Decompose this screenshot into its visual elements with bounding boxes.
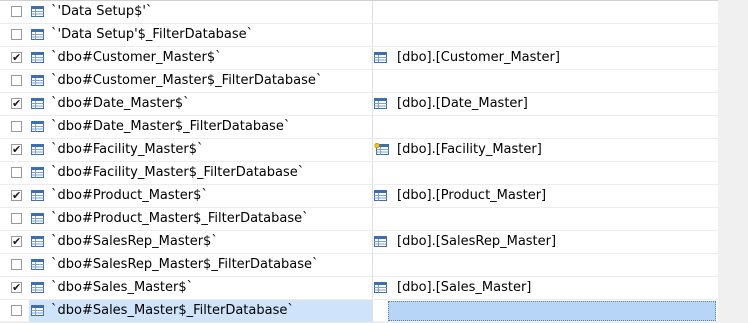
table-icon (374, 52, 387, 67)
row-checkbox[interactable] (11, 213, 22, 224)
source-table-icon (31, 98, 44, 113)
row-checkbox[interactable] (11, 167, 22, 178)
destination-table-name[interactable]: [dbo].[Customer_Master] (397, 47, 560, 69)
source-table-name: `dbo#Product_Master$` (51, 188, 208, 203)
source-table-icon (31, 259, 44, 274)
source-table-name: `dbo#Facility_Master$_FilterDatabase` (51, 165, 305, 180)
table-row[interactable]: `dbo#Customer_Master$_FilterDatabase` (0, 70, 718, 93)
table-icon (374, 190, 387, 205)
destination-table-name[interactable]: [dbo].[Date_Master] (397, 93, 528, 115)
column-divider (372, 116, 373, 138)
source-table-name: `dbo#Sales_Master$_FilterDatabase` (51, 303, 294, 318)
source-table-icon (31, 29, 44, 44)
table-row[interactable]: `dbo#SalesRep_Master$_FilterDatabase` (0, 254, 718, 277)
row-checkbox[interactable]: ✔ (11, 282, 22, 293)
source-table-name: `dbo#Date_Master$` (51, 96, 190, 111)
source-table-name: `dbo#Facility_Master$` (51, 142, 204, 157)
table-row[interactable]: ✔ `dbo#Sales_Master$` [dbo].[Sales_Maste… (0, 277, 718, 300)
table-row[interactable]: ✔ `dbo#Customer_Master$` [dbo].[Customer… (0, 47, 718, 70)
source-table-icon (31, 305, 44, 320)
column-divider (372, 277, 373, 299)
table-row[interactable]: `'Data Setup$'` (0, 1, 718, 24)
destination-table-name[interactable]: [dbo].[Sales_Master] (397, 277, 531, 299)
table-row[interactable]: ✔ `dbo#SalesRep_Master$` [dbo].[SalesRep… (0, 231, 718, 254)
table-icon (374, 282, 387, 297)
table-icon (374, 98, 387, 113)
table-row[interactable]: ✔ `dbo#Facility_Master$` [dbo].[Facility… (0, 139, 718, 162)
source-table-icon (31, 236, 44, 251)
source-table-name: `dbo#Sales_Master$` (51, 280, 194, 295)
source-table-icon (31, 121, 44, 136)
column-divider (372, 254, 373, 276)
table-row[interactable]: `dbo#Product_Master$_FilterDatabase` (0, 208, 718, 231)
source-table-name: `'Data Setup'$_FilterDatabase` (51, 27, 254, 42)
column-divider (372, 162, 373, 184)
row-checkbox[interactable] (11, 259, 22, 270)
row-checkbox[interactable]: ✔ (11, 236, 22, 247)
table-row[interactable]: `'Data Setup'$_FilterDatabase` (0, 24, 718, 47)
row-checkbox[interactable]: ✔ (11, 52, 22, 63)
row-checkbox[interactable] (11, 305, 22, 316)
row-checkbox[interactable] (11, 121, 22, 132)
row-checkbox[interactable] (11, 29, 22, 40)
column-divider (372, 300, 373, 322)
source-table-name: `dbo#Customer_Master$_FilterDatabase` (51, 73, 323, 88)
source-table-icon (31, 75, 44, 90)
source-table-icon (31, 6, 44, 21)
source-table-icon (31, 190, 44, 205)
row-checkbox[interactable] (11, 6, 22, 17)
source-table-icon (31, 144, 44, 159)
column-divider (372, 231, 373, 253)
source-table-name: `dbo#SalesRep_Master$_FilterDatabase` (51, 257, 319, 272)
table-row[interactable]: ✔ `dbo#Product_Master$` [dbo].[Product_M… (0, 185, 718, 208)
column-divider (372, 1, 373, 23)
table-mapping-grid: `'Data Setup$'` `'Data Setup'$_FilterDat… (0, 0, 718, 323)
source-table-icon (31, 52, 44, 67)
column-divider (372, 47, 373, 69)
row-checkbox[interactable]: ✔ (11, 98, 22, 109)
destination-table-name[interactable]: [dbo].[SalesRep_Master] (397, 231, 556, 253)
column-divider (372, 93, 373, 115)
source-table-icon (31, 167, 44, 182)
source-table-name: `'Data Setup$'` (51, 4, 153, 19)
column-divider (372, 185, 373, 207)
source-table-icon (31, 282, 44, 297)
destination-table-name[interactable]: [dbo].[Product_Master] (397, 185, 546, 207)
source-table-name: `dbo#Customer_Master$` (51, 50, 222, 65)
source-table-name: `dbo#Product_Master$_FilterDatabase` (51, 211, 309, 226)
table-row[interactable]: `dbo#Date_Master$_FilterDatabase` (0, 116, 718, 139)
source-table-name: `dbo#Date_Master$_FilterDatabase` (51, 119, 291, 134)
row-checkbox[interactable]: ✔ (11, 144, 22, 155)
destination-table-name[interactable]: [dbo].[Facility_Master] (397, 139, 542, 161)
row-checkbox[interactable] (11, 75, 22, 86)
source-table-name: `dbo#SalesRep_Master$` (51, 234, 218, 249)
column-divider (372, 70, 373, 92)
table-row[interactable]: ✔ `dbo#Date_Master$` [dbo].[Date_Master] (0, 93, 718, 116)
source-table-icon (31, 213, 44, 228)
column-divider (372, 24, 373, 46)
table-icon (374, 236, 387, 251)
column-divider (372, 139, 373, 161)
table-row[interactable]: `dbo#Facility_Master$_FilterDatabase` (0, 162, 718, 185)
new-table-icon (374, 142, 389, 159)
column-divider (372, 208, 373, 230)
row-checkbox[interactable]: ✔ (11, 190, 22, 201)
